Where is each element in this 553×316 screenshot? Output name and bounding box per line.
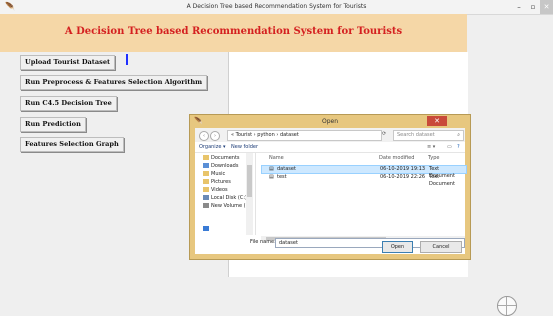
file-date: 06-10-2019 22:26 [380, 174, 426, 180]
folder-icon [203, 155, 209, 160]
close-button[interactable]: ✕ [540, 0, 553, 14]
file-name: dataset [277, 166, 296, 172]
text-cursor [126, 54, 128, 65]
tree-item[interactable]: Documents [203, 155, 240, 161]
new-folder-button[interactable]: New folder [231, 144, 258, 150]
view-options-icon[interactable]: ≡ ▾ [427, 144, 435, 150]
tree-item[interactable]: Downloads [203, 163, 238, 169]
file-icon: ▤ [269, 166, 274, 172]
refresh-icon[interactable]: ⟳ [382, 131, 386, 137]
file-name-value: dataset [279, 240, 298, 246]
column-header-date[interactable]: Date modified [379, 155, 414, 161]
open-file-dialog: 🪶 Open ✕ ‹ › « Tourist › python › datase… [189, 114, 471, 260]
tree-item-label: Downloads [211, 163, 239, 169]
file-icon: ▤ [269, 174, 274, 180]
address-bar[interactable]: « Tourist › python › dataset [227, 130, 382, 141]
search-icon: ⌕ [457, 132, 460, 138]
videos-icon [203, 187, 209, 192]
tree-item-label: Local Disk (C:) [211, 195, 247, 201]
preprocess-button[interactable]: Run Preprocess & Features Selection Algo… [20, 75, 208, 90]
file-row[interactable]: ▤ test 06-10-2019 22:26 Text Document [261, 174, 465, 187]
organize-menu[interactable]: Organize ▾ [199, 144, 226, 150]
file-date: 06-10-2019 19:13 [380, 166, 426, 172]
tree-item-label: Music [211, 171, 226, 177]
file-type: Text Document [429, 174, 455, 187]
dialog-toolbar: Organize ▾ New folder ≡ ▾ ▭ ? [195, 142, 465, 153]
minimize-button[interactable]: – [512, 0, 526, 14]
help-icon[interactable]: ? [457, 144, 460, 150]
tree-item-label: Videos [211, 187, 228, 193]
search-input[interactable]: Search dataset ⌕ [393, 130, 464, 141]
features-graph-button[interactable]: Features Selection Graph [20, 137, 124, 152]
preview-pane-icon[interactable]: ▭ [447, 144, 452, 150]
column-header-name[interactable]: Name [269, 155, 284, 161]
download-icon [203, 163, 209, 168]
search-placeholder: Search dataset [397, 132, 435, 138]
open-button[interactable]: Open [382, 241, 413, 253]
tree-item[interactable]: Music [203, 171, 225, 177]
tree-item[interactable]: Videos [203, 187, 228, 193]
network-icon [203, 226, 209, 231]
forward-icon[interactable]: › [210, 131, 220, 141]
navigation-bar: ‹ › « Tourist › python › dataset ⟳ Searc… [195, 128, 465, 142]
music-icon [203, 171, 209, 176]
tree-item[interactable]: Pictures [203, 179, 231, 185]
pictures-icon [203, 179, 209, 184]
file-name: test [277, 174, 287, 180]
column-header-type[interactable]: Type [428, 155, 439, 161]
tree-item[interactable]: Local Disk (C:) [203, 195, 247, 201]
file-name-label: File name: [250, 239, 276, 245]
dialog-body: ‹ › « Tourist › python › dataset ⟳ Searc… [195, 128, 467, 254]
dialog-close-button[interactable]: ✕ [427, 116, 447, 126]
tree-scrollbar[interactable] [246, 153, 253, 235]
window-title-bar: 🪶 A Decision Tree based Recommendation S… [0, 0, 553, 15]
upload-dataset-button[interactable]: Upload Tourist Dataset [20, 55, 116, 70]
globe-icon [497, 296, 517, 316]
run-prediction-button[interactable]: Run Prediction [20, 117, 86, 132]
back-icon[interactable]: ‹ [199, 131, 209, 141]
tree-item[interactable] [203, 226, 211, 232]
run-c45-button[interactable]: Run C4.5 Decision Tree [20, 96, 117, 111]
file-row[interactable]: ▤ dataset 06-10-2019 19:13 Text Document [261, 165, 467, 179]
maximize-button[interactable]: ▫ [526, 0, 540, 14]
scrollbar-thumb[interactable] [247, 165, 252, 197]
tree-item-label: Documents [211, 155, 240, 161]
cancel-button[interactable]: Cancel [420, 241, 462, 253]
window-title: A Decision Tree based Recommendation Sys… [186, 3, 367, 10]
header-banner: A Decision Tree based Recommendation Sys… [0, 14, 467, 52]
tree-item-label: Pictures [211, 179, 231, 185]
disk-icon [203, 203, 209, 208]
disk-icon [203, 195, 209, 200]
page-title: A Decision Tree based Recommendation Sys… [64, 26, 403, 37]
